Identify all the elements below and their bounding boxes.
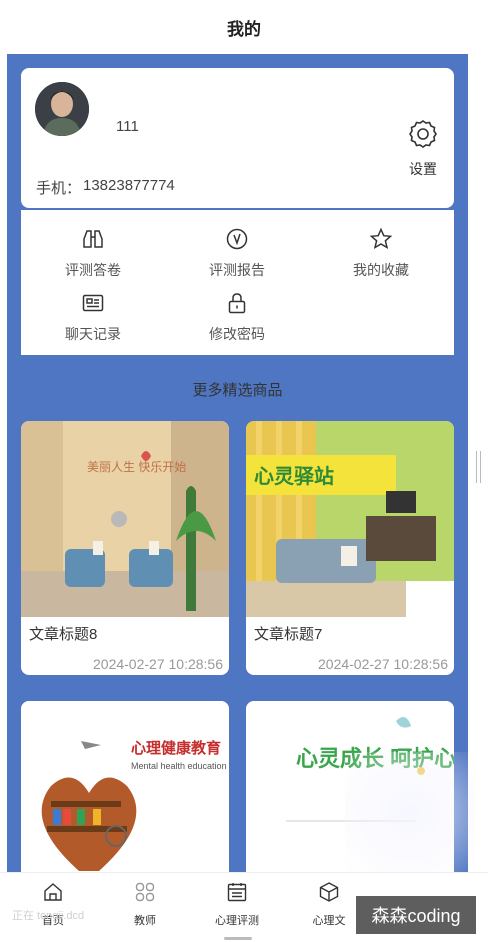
star-icon	[369, 227, 393, 256]
svg-text:美丽人生 快乐开始: 美丽人生 快乐开始	[87, 460, 186, 474]
menu-item-label: 评测答卷	[65, 262, 121, 278]
home-icon	[42, 881, 64, 908]
menu-item-change-password[interactable]: 修改密码	[182, 291, 292, 342]
product-card[interactable]: 心灵驿站 文章标题7 2024-02-27 10:28:56	[246, 421, 454, 675]
phone-label: 手机：	[36, 180, 82, 197]
product-title: 文章标题7	[254, 626, 323, 643]
product-date: 2024-02-27 10:28:56	[318, 656, 448, 672]
svg-text:心理健康教育: 心理健康教育	[131, 739, 221, 757]
menu-item-report[interactable]: 评测报告	[182, 227, 292, 278]
product-image: 心理健康教育 Mental health education	[21, 701, 229, 872]
avatar[interactable]	[35, 82, 89, 136]
watermark: 森森coding	[356, 896, 476, 934]
tab-label: 教师	[134, 915, 156, 927]
menu-item-favorites[interactable]: 我的收藏	[326, 227, 436, 278]
report-check-icon	[225, 227, 249, 256]
username: 111	[116, 118, 139, 135]
section-title: 更多精选商品	[192, 382, 283, 399]
svg-text:Mental health education: Mental health education	[131, 761, 227, 771]
profile-card: 111 手机： 13823877774 设置	[21, 68, 454, 208]
main-panel: 111 手机： 13823877774 设置 评测答卷 评测报告 我的收藏 聊天…	[7, 54, 468, 872]
settings-button[interactable]: 设置	[393, 118, 453, 178]
menu-item-label: 修改密码	[209, 326, 265, 342]
gear-icon	[407, 118, 439, 155]
tab-teachers[interactable]: 教师	[105, 881, 185, 927]
menu-item-label: 聊天记录	[65, 326, 121, 342]
grid-icon	[134, 881, 156, 908]
faint-overlay-text: 正在 tongji.dcd	[12, 910, 85, 922]
test-calendar-icon	[226, 881, 248, 908]
settings-label: 设置	[409, 161, 437, 177]
product-image: 美丽人生 快乐开始	[21, 421, 229, 617]
box-icon	[318, 881, 340, 908]
chat-record-icon	[81, 291, 105, 320]
menu-item-chat-history[interactable]: 聊天记录	[38, 291, 148, 342]
tab-label: 心理评测	[215, 915, 259, 927]
menu-card: 评测答卷 评测报告 我的收藏 聊天记录 修改密码	[21, 210, 454, 355]
product-card[interactable]: 美丽人生 快乐开始 文章标题8 2024-02-27 10:28:56	[21, 421, 229, 675]
product-title: 文章标题8	[29, 626, 98, 643]
lock-icon	[225, 291, 249, 320]
menu-item-answers[interactable]: 评测答卷	[38, 227, 148, 278]
phone-value: 13823877774	[83, 177, 175, 194]
menu-item-label: 评测报告	[209, 262, 265, 278]
tab-label: 心理文	[312, 915, 346, 927]
home-indicator	[224, 937, 252, 940]
scroll-handle[interactable]	[476, 451, 481, 483]
tab-psych-test[interactable]: 心理评测	[197, 881, 277, 927]
binoculars-icon	[81, 227, 105, 256]
svg-text:心灵驿站: 心灵驿站	[254, 464, 334, 488]
blur-overlay	[345, 752, 475, 872]
product-image: 心灵驿站	[246, 421, 454, 617]
product-card[interactable]: 心理健康教育 Mental health education	[21, 701, 229, 872]
top-bar: 我的	[0, 0, 488, 54]
page-title: 我的	[227, 19, 261, 39]
menu-item-label: 我的收藏	[353, 262, 409, 278]
product-date: 2024-02-27 10:28:56	[93, 656, 223, 672]
